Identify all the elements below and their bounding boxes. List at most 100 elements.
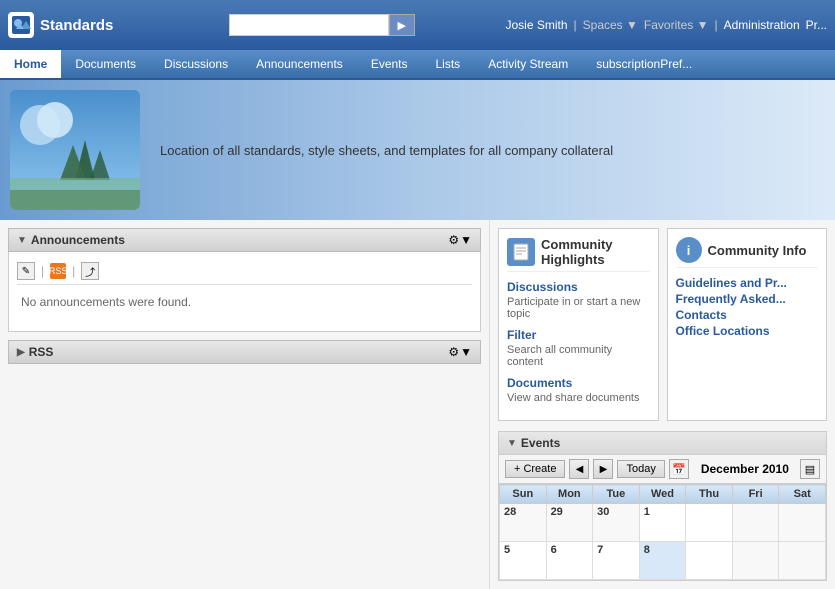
calendar-cell[interactable] (779, 504, 826, 542)
calendar-cell[interactable]: 28 (500, 504, 547, 542)
calendar-cell[interactable]: 30 (593, 504, 640, 542)
banner: Location of all standards, style sheets,… (0, 80, 835, 220)
tab-home[interactable]: Home (0, 50, 61, 78)
tab-documents[interactable]: Documents (61, 50, 150, 78)
favorites-link[interactable]: Favorites ▼ (644, 18, 709, 32)
rss-section-header[interactable]: ▶ RSS ⚙ ▼ (8, 340, 481, 364)
events-next-button[interactable]: ▶ (593, 459, 613, 479)
announcements-edit-icon[interactable]: ✎ (17, 262, 35, 280)
calendar-cell[interactable]: 5 (500, 542, 547, 580)
calendar-options-icon[interactable]: ▤ (800, 459, 820, 479)
calendar-date: 30 (597, 506, 609, 518)
main-content: ▼ Announcements ⚙ ▼ ✎ | RSS | ⤴ No annou… (0, 220, 835, 589)
ann-sep: | (41, 264, 44, 278)
logo-icon (8, 12, 34, 38)
nav-tabs: Home Documents Discussions Announcements… (0, 50, 835, 80)
documents-link[interactable]: Documents (507, 376, 650, 390)
tab-discussions[interactable]: Discussions (150, 50, 242, 78)
tab-subscription-pref[interactable]: subscriptionPref... (582, 50, 706, 78)
events-collapse-arrow: ▼ (507, 438, 517, 449)
spaces-link[interactable]: Spaces ▼ (583, 18, 638, 32)
plus-icon: + (514, 463, 520, 475)
community-highlights-section: Community Highlights Discussions Partici… (498, 228, 659, 421)
calendar-cell[interactable]: 7 (593, 542, 640, 580)
calendar-date: 28 (504, 506, 516, 518)
announcements-body: ✎ | RSS | ⤴ No announcements were found. (8, 252, 481, 332)
community-highlights-icon (507, 238, 535, 266)
cal-header-sat: Sat (779, 485, 826, 504)
topbar: Standards ▶ Josie Smith | Spaces ▼ Favor… (0, 0, 835, 50)
documents-desc: View and share documents (507, 392, 650, 404)
community-info-section: i Community Info Guidelines and Pr... Fr… (667, 228, 828, 421)
more-link[interactable]: Pr... (806, 18, 827, 32)
rss-title: ▶ RSS (17, 345, 53, 359)
cal-header-fri: Fri (732, 485, 779, 504)
calendar-cell[interactable]: 29 (546, 504, 593, 542)
filter-desc: Search all community content (507, 344, 650, 368)
tab-lists[interactable]: Lists (422, 50, 475, 78)
calendar-date: 6 (551, 544, 557, 556)
cal-header-sun: Sun (500, 485, 547, 504)
announcements-gear[interactable]: ⚙ ▼ (448, 233, 472, 247)
calendar-date: 29 (551, 506, 563, 518)
ann-sep2: | (72, 264, 75, 278)
rss-collapse-arrow: ▶ (17, 347, 25, 358)
calendar-cell[interactable] (779, 542, 826, 580)
announcements-section-header[interactable]: ▼ Announcements ⚙ ▼ (8, 228, 481, 252)
discussions-desc: Participate in or start a new topic (507, 296, 650, 320)
calendar-cell[interactable] (686, 504, 733, 542)
guidelines-link[interactable]: Guidelines and Pr... (676, 276, 819, 290)
office-locations-link[interactable]: Office Locations (676, 324, 819, 338)
separator-1: | (574, 18, 577, 32)
top-nav: Josie Smith | Spaces ▼ Favorites ▼ | Adm… (505, 18, 827, 32)
calendar-view-icon[interactable]: 📅 (669, 459, 689, 479)
events-create-button[interactable]: + Create (505, 460, 565, 478)
search-area: ▶ (138, 14, 505, 36)
tab-announcements[interactable]: Announcements (242, 50, 357, 78)
calendar-cell[interactable]: 6 (546, 542, 593, 580)
no-announcements-message: No announcements were found. (17, 291, 472, 313)
events-today-button[interactable]: Today (617, 460, 664, 478)
right-panel: Community Highlights Discussions Partici… (490, 220, 835, 589)
rss-gear[interactable]: ⚙ ▼ (448, 345, 472, 359)
calendar-cell[interactable]: 8 (639, 542, 686, 580)
spaces-chevron: ▼ (626, 18, 638, 32)
tab-activity-stream[interactable]: Activity Stream (474, 50, 582, 78)
banner-description: Location of all standards, style sheets,… (140, 128, 633, 173)
community-highlights-header: Community Highlights (507, 237, 650, 272)
community-info-title: Community Info (708, 243, 807, 258)
events-prev-button[interactable]: ◀ (569, 459, 589, 479)
calendar-cell[interactable] (732, 504, 779, 542)
community-info-header: i Community Info (676, 237, 819, 268)
events-toolbar: + Create ◀ ▶ Today 📅 December 2010 ▤ (499, 455, 826, 484)
announcements-collapse-arrow: ▼ (17, 235, 27, 246)
cal-header-mon: Mon (546, 485, 593, 504)
calendar-date: 8 (644, 544, 650, 556)
events-header: ▼ Events (499, 432, 826, 455)
cal-header-wed: Wed (639, 485, 686, 504)
announcements-share-icon[interactable]: ⤴ (81, 262, 99, 280)
favorites-chevron: ▼ (697, 18, 709, 32)
announcements-title: ▼ Announcements (17, 233, 125, 247)
left-panel: ▼ Announcements ⚙ ▼ ✎ | RSS | ⤴ No annou… (0, 220, 490, 589)
calendar-table: Sun Mon Tue Wed Thu Fri Sat 28293015678 (499, 484, 826, 580)
calendar-cell[interactable]: 1 (639, 504, 686, 542)
banner-image (10, 90, 140, 210)
logo[interactable]: Standards (8, 12, 138, 38)
filter-link[interactable]: Filter (507, 328, 650, 342)
announcements-tools: ⚙ ▼ (448, 233, 472, 247)
gear-icon: ⚙ (448, 233, 459, 247)
search-input[interactable] (229, 14, 389, 36)
search-button[interactable]: ▶ (389, 14, 415, 36)
user-name-link[interactable]: Josie Smith (505, 18, 567, 32)
calendar-cell[interactable] (732, 542, 779, 580)
administration-link[interactable]: Administration (724, 18, 800, 32)
announcements-rss-icon[interactable]: RSS (50, 263, 66, 279)
events-title: Events (521, 436, 560, 450)
faq-link[interactable]: Frequently Asked... (676, 292, 819, 306)
calendar-cell[interactable] (686, 542, 733, 580)
separator-2: | (715, 18, 718, 32)
discussions-link[interactable]: Discussions (507, 280, 650, 294)
contacts-link[interactable]: Contacts (676, 308, 819, 322)
tab-events[interactable]: Events (357, 50, 422, 78)
